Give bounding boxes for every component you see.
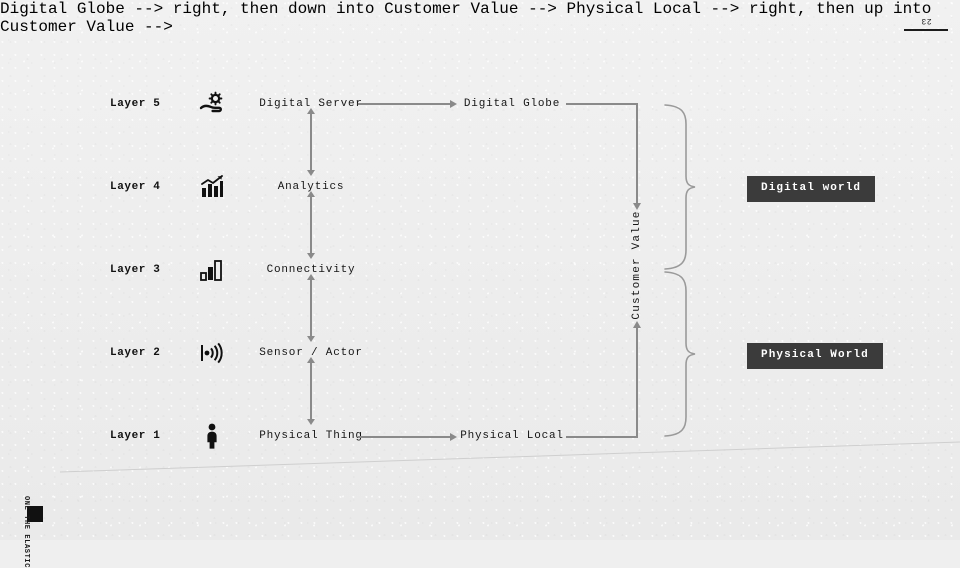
brace-physical-world [664, 271, 696, 437]
chip-digital-world: Digital world [747, 176, 876, 202]
brace-digital-world [664, 104, 696, 270]
group-braces [664, 104, 696, 437]
slide-canvas: 23 ONE THE ELASTIC Layer 5 Digital Serve… [0, 0, 960, 568]
chip-physical-world: Physical World [747, 343, 883, 369]
